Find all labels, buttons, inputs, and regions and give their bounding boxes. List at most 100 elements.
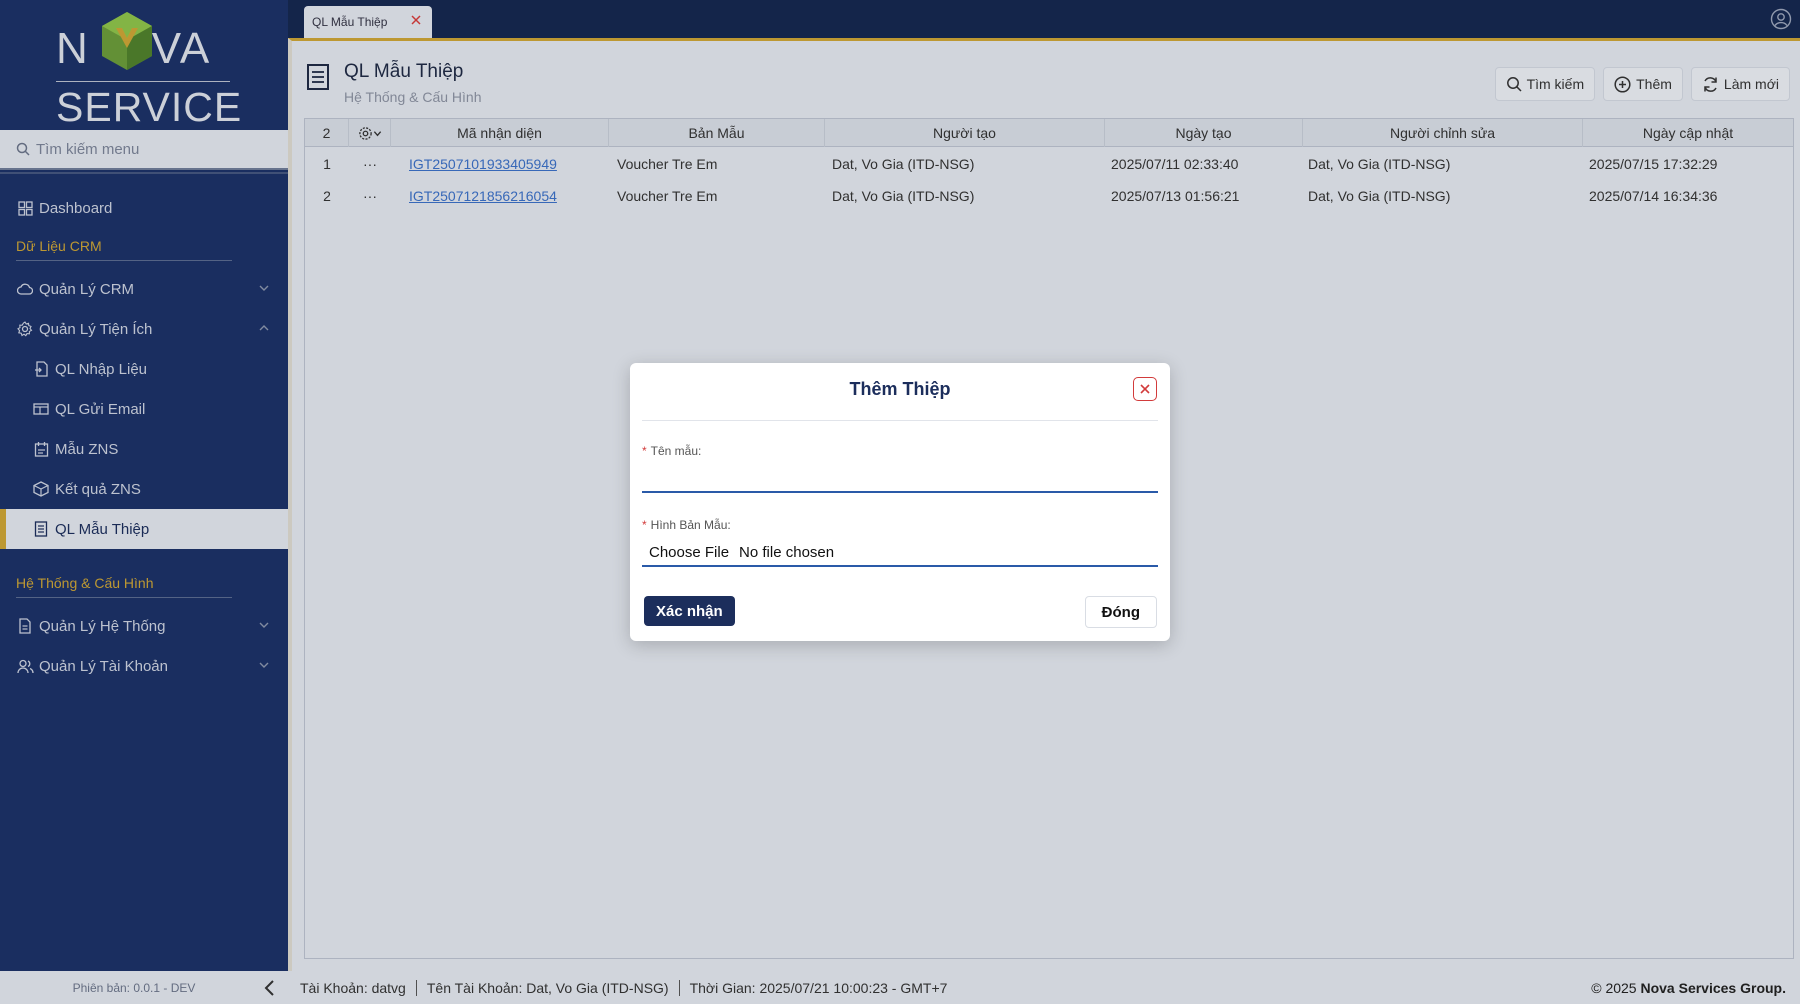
sidebar-item-label: Dashboard [39,199,113,217]
choose-file-button[interactable]: Choose File [649,544,729,561]
close-icon [1140,384,1150,394]
close-button[interactable]: Đóng [1084,596,1157,628]
page-subtitle: Hệ Thống & Cấu Hình [344,89,482,105]
refresh-icon [1704,76,1717,92]
cloud-icon [16,280,34,298]
template-name-label: * Tên mẫu: [642,444,701,458]
search-button[interactable]: Tìm kiếm [1494,67,1596,101]
page-title: QL Mẫu Thiệp [344,61,464,82]
user-circle-icon[interactable] [1770,8,1792,30]
table-row[interactable]: 2 ··· IGT2507121856216054 Voucher Tre Em… [305,180,1793,212]
copyright: © 2025 Nova Services Group. [1591,980,1786,996]
add-button[interactable]: Thêm [1603,67,1683,101]
footer-account-name: Tên Tài Khoản: Dat, Vo Gia (ITD-NSG) [426,979,669,996]
row-menu-icon[interactable]: ··· [349,148,391,180]
created-cell: 2025/07/11 02:33:40 [1111,156,1239,172]
column-settings[interactable] [349,119,391,147]
chevron-up-icon [259,325,269,331]
required-mark: * [642,518,647,532]
section-title-system: Hệ Thống & Cấu Hình [16,575,154,591]
updated-cell: 2025/07/15 17:32:29 [1589,156,1718,172]
copyright-year: © 2025 [1591,980,1637,996]
dialog-close-button[interactable] [1133,377,1157,401]
page-actions: Tìm kiếm Thêm Làm mới [1494,67,1790,101]
sidebar-item-label: QL Mẫu Thiệp [55,520,150,538]
template-image-label: * Hình Bản Mẫu: [642,518,731,532]
version-label: Phiên bản: 0.0.1 - DEV [0,971,288,1004]
dialog-title: Thêm Thiệp [849,379,951,399]
menu-search-box [0,130,288,174]
mail-icon [32,400,50,418]
sidebar-item-card-template[interactable]: QL Mẫu Thiệp [0,509,288,549]
tab-label: QL Mẫu Thiệp [312,15,388,29]
table-row[interactable]: 1 ··· IGT2507101933405949 Voucher Tre Em… [305,148,1793,180]
tab-card-template[interactable]: QL Mẫu Thiệp [304,6,432,38]
record-code-link[interactable]: IGT2507121856216054 [409,188,557,204]
add-button-label: Thêm [1636,76,1672,92]
required-mark: * [642,444,647,458]
column-header[interactable]: Ngày cập nhật [1583,119,1793,147]
sidebar-item-import[interactable]: QL Nhập Liệu [0,349,288,389]
template-name-input[interactable] [642,465,1158,493]
sidebar-item-label: Quản Lý Tài Khoản [39,657,168,675]
menu-search-input[interactable] [36,140,266,158]
column-header[interactable]: Người tạo [825,119,1105,147]
sidebar-item-utility[interactable]: Quản Lý Tiện Ích [0,309,288,349]
template-cell: Voucher Tre Em [617,188,718,204]
sidebar-item-crm[interactable]: Quản Lý CRM [0,269,288,309]
updated-cell: 2025/07/14 16:34:36 [1589,188,1718,204]
sidebar-item-label: Quản Lý Hệ Thống [39,617,166,635]
column-header[interactable]: Bản Mẫu [609,119,825,147]
sidebar-item-label: QL Nhập Liệu [55,360,148,378]
gear-icon [358,126,372,140]
copyright-company: Nova Services Group. [1640,980,1786,996]
sidebar-item-label: QL Gửi Email [55,400,146,418]
logo-text-service: SERVICE [56,84,243,130]
logo-text-va: VA [151,24,212,73]
template-cell: Voucher Tre Em [617,156,718,172]
sidebar-item-zns-result[interactable]: Kết quả ZNS [0,469,288,509]
top-bar: QL Mẫu Thiệp [288,0,1800,38]
document-icon [32,520,50,538]
chevron-down-icon [259,622,269,628]
document-icon [307,64,329,90]
row-menu-icon[interactable]: ··· [349,180,391,212]
gear-icon [16,320,34,338]
column-header[interactable]: Người chỉnh sửa [1303,119,1583,147]
chevron-left-icon[interactable] [262,979,278,997]
sidebar-item-label: Kết quả ZNS [55,480,141,498]
search-button-label: Tìm kiếm [1526,76,1585,92]
sidebar-item-account[interactable]: Quản Lý Tài Khoản [0,646,288,686]
grid-icon [16,199,34,217]
section-title-crm: Dữ Liệu CRM [16,238,102,254]
sidebar-item-email[interactable]: QL Gửi Email [0,389,288,429]
record-code-link[interactable]: IGT2507101933405949 [409,156,557,172]
page-header: QL Mẫu Thiệp Hệ Thống & Cấu Hình Tìm kiế… [304,49,1794,109]
template-image-file-input: Choose File No file chosen [642,539,1158,567]
grid-header: 2 Mã nhận diện Bản Mẫu Người tạo Ngày tạ… [305,119,1793,147]
created-cell: 2025/07/13 01:56:21 [1111,188,1240,204]
confirm-button[interactable]: Xác nhận [644,596,735,626]
template-name-label-text: Tên mẫu: [650,444,702,458]
search-icon [16,142,30,156]
editor-cell: Dat, Vo Gia (ITD-NSG) [1308,188,1451,204]
chevron-down-icon [259,285,269,291]
creator-cell: Dat, Vo Gia (ITD-NSG) [832,188,975,204]
refresh-button[interactable]: Làm mới [1690,67,1790,101]
status-bar: Tài Khoản: datvg Tên Tài Khoản: Dat, Vo … [288,971,1800,1004]
row-number: 2 [323,188,331,204]
calendar-icon [32,440,50,458]
close-tab-icon[interactable] [410,14,422,26]
logo-cube-icon [102,12,152,70]
editor-cell: Dat, Vo Gia (ITD-NSG) [1308,156,1451,172]
sidebar-item-dashboard[interactable]: Dashboard [0,188,288,228]
sidebar-item-zns-template[interactable]: Mẫu ZNS [0,429,288,469]
refresh-button-label: Làm mới [1723,76,1779,92]
column-header[interactable]: Mã nhận diện [391,119,609,147]
file-text-icon [16,617,34,635]
sidebar-item-label: Quản Lý CRM [39,280,135,298]
users-icon [16,657,34,675]
plus-circle-icon [1614,75,1631,93]
sidebar-item-system[interactable]: Quản Lý Hệ Thống [0,606,288,646]
column-header[interactable]: Ngày tạo [1105,119,1303,147]
